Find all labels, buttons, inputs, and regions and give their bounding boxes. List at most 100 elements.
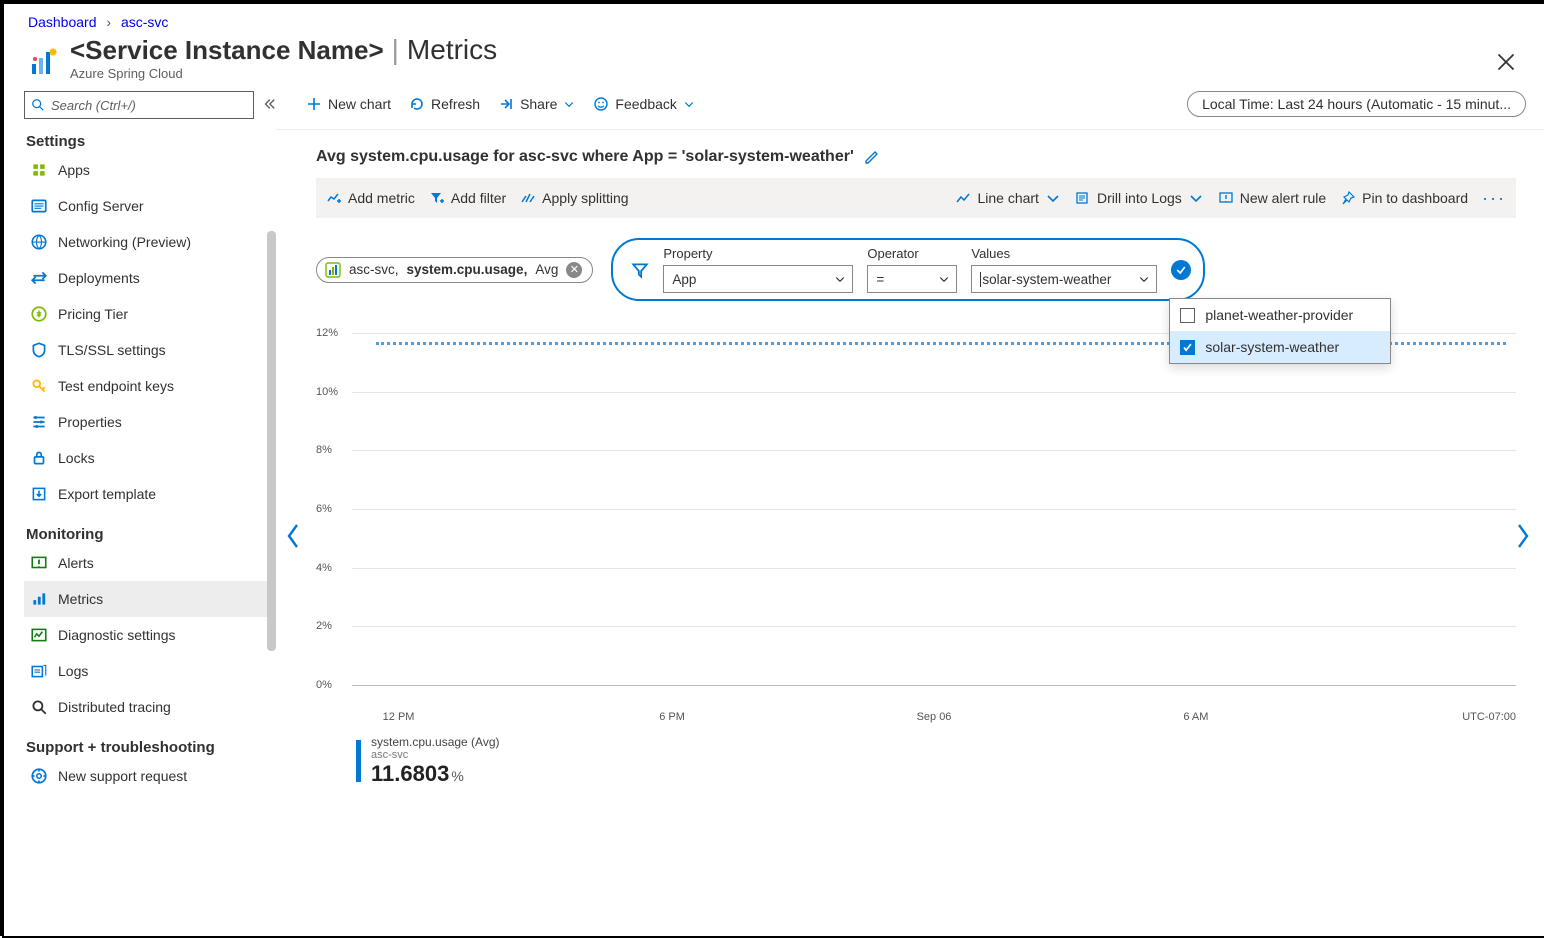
sidebar-item-networking-preview-[interactable]: Networking (Preview)	[24, 224, 276, 260]
sidebar-item-test-endpoint-keys[interactable]: Test endpoint keys	[24, 368, 276, 404]
add-filter-button[interactable]: Add filter	[429, 190, 506, 206]
sidebar-item-deployments[interactable]: Deployments	[24, 260, 276, 296]
sidebar-item-label: New support request	[58, 768, 187, 784]
share-icon	[498, 96, 514, 112]
metric-chip[interactable]: asc-svc, system.cpu.usage, Avg ✕	[316, 257, 593, 283]
pin-label: Pin to dashboard	[1362, 190, 1468, 206]
y-tick-label: 8%	[316, 444, 332, 456]
new-chart-button[interactable]: New chart	[306, 96, 391, 112]
sidebar-item-apps[interactable]: Apps	[24, 152, 276, 188]
breadcrumb-root[interactable]: Dashboard	[28, 14, 97, 30]
search-input[interactable]: Search (Ctrl+/)	[24, 91, 254, 119]
x-tick-label: 6 AM	[1183, 711, 1208, 723]
drill-logs-button[interactable]: Drill into Logs	[1075, 190, 1204, 206]
sidebar-item-logs[interactable]: Logs	[24, 653, 276, 689]
timezone-label: UTC-07:00	[1462, 711, 1516, 723]
values-option[interactable]: solar-system-weather	[1170, 331, 1390, 363]
line-chart-button[interactable]: Line chart	[955, 190, 1060, 206]
sidebar-item-config-server[interactable]: Config Server	[24, 188, 276, 224]
resource-icon	[325, 262, 341, 278]
apps-icon	[30, 161, 48, 179]
apply-splitting-button[interactable]: Apply splitting	[520, 190, 628, 206]
sidebar-item-diagnostic-settings[interactable]: Diagnostic settings	[24, 617, 276, 653]
add-metric-label: Add metric	[348, 190, 415, 206]
operator-select[interactable]: =	[867, 265, 957, 293]
checkbox[interactable]	[1180, 308, 1195, 323]
values-label: Values	[971, 246, 1157, 261]
new-alert-button[interactable]: New alert rule	[1218, 190, 1326, 206]
sidebar-collapse[interactable]	[262, 97, 276, 114]
sidebar-item-metrics[interactable]: Metrics	[24, 581, 276, 617]
filter-confirm[interactable]	[1171, 260, 1191, 280]
sidebar-item-distributed-tracing[interactable]: Distributed tracing	[24, 689, 276, 725]
edit-icon[interactable]	[864, 149, 880, 165]
property-select[interactable]: App	[663, 265, 853, 293]
add-metric-button[interactable]: Add metric	[326, 190, 415, 206]
sidebar-item-label: Pricing Tier	[58, 306, 128, 322]
metrics-toolbar: New chart Refresh Share Feedback Local T…	[276, 81, 1544, 130]
chart-toolbar: Add metric Add filter Apply splitting Li…	[316, 178, 1516, 218]
chart-plot: 12%10%8%6%4%2%0%12 PM6 PMSep 066 AMUTC-0…	[316, 325, 1516, 705]
sidebar-section-head: Support + troubleshooting	[26, 739, 276, 756]
sidebar-item-new-support-request[interactable]: New support request	[24, 758, 276, 794]
operator-label: Operator	[867, 246, 957, 261]
chip-agg: Avg	[535, 262, 558, 277]
pin-button[interactable]: Pin to dashboard	[1340, 190, 1468, 206]
feedback-button[interactable]: Feedback	[593, 96, 694, 112]
pricing-icon	[30, 305, 48, 323]
sidebar-item-export-template[interactable]: Export template	[24, 476, 276, 512]
sidebar-item-label: Diagnostic settings	[58, 627, 176, 643]
trace-icon	[30, 698, 48, 716]
props-icon	[30, 413, 48, 431]
operator-value: =	[876, 272, 884, 287]
refresh-label: Refresh	[431, 96, 480, 112]
checkbox[interactable]	[1180, 340, 1195, 355]
sidebar-item-alerts[interactable]: Alerts	[24, 545, 276, 581]
chip-remove[interactable]: ✕	[566, 262, 582, 278]
check-icon	[1175, 264, 1187, 276]
chevron-down-icon	[1045, 190, 1061, 206]
sidebar-item-pricing-tier[interactable]: Pricing Tier	[24, 296, 276, 332]
sidebar-item-label: Locks	[58, 450, 95, 466]
values-value: solar-system-weather	[980, 272, 1111, 287]
sidebar-section-head: Settings	[26, 133, 276, 150]
instance-name: <Service Instance Name>	[70, 35, 384, 66]
values-dropdown: planet-weather-provider solar-system-weat…	[1169, 298, 1391, 364]
legend-resource: asc-svc	[371, 749, 500, 761]
chip-metric: system.cpu.usage,	[407, 262, 528, 277]
chart-nav-right[interactable]	[1514, 523, 1532, 549]
legend-metric: system.cpu.usage (Avg)	[371, 735, 500, 749]
time-range-picker[interactable]: Local Time: Last 24 hours (Automatic - 1…	[1187, 91, 1526, 117]
chevron-left-icon	[284, 523, 302, 549]
gridline	[352, 509, 1516, 510]
page-name: Metrics	[407, 34, 497, 66]
values-select[interactable]: solar-system-weather	[971, 265, 1157, 293]
gridline	[352, 392, 1516, 393]
more-button[interactable]: ···	[1482, 188, 1506, 209]
breadcrumb: Dashboard › asc-svc	[4, 4, 1544, 34]
sidebar-item-properties[interactable]: Properties	[24, 404, 276, 440]
alert-icon	[30, 554, 48, 572]
chevron-down-icon	[834, 273, 846, 285]
lock-icon	[30, 449, 48, 467]
close-icon[interactable]	[1496, 52, 1516, 72]
sidebar-item-label: Config Server	[58, 198, 144, 214]
values-option[interactable]: planet-weather-provider	[1170, 299, 1390, 331]
sidebar-scrollbar[interactable]	[267, 231, 276, 651]
refresh-button[interactable]: Refresh	[409, 96, 480, 112]
sidebar-item-locks[interactable]: Locks	[24, 440, 276, 476]
share-button[interactable]: Share	[498, 96, 575, 112]
x-tick-label: 12 PM	[383, 711, 415, 723]
drill-logs-label: Drill into Logs	[1097, 190, 1182, 206]
breadcrumb-current[interactable]: asc-svc	[121, 14, 168, 30]
filter-row: asc-svc, system.cpu.usage, Avg ✕ Propert…	[316, 238, 1516, 301]
chart-nav-left[interactable]	[284, 523, 302, 549]
legend-unit: %	[451, 768, 463, 784]
values-option-label: solar-system-weather	[1205, 339, 1339, 355]
sidebar-item-label: Properties	[58, 414, 122, 430]
breadcrumb-separator: ›	[106, 14, 111, 30]
split-icon	[520, 190, 536, 206]
sidebar-item-label: Deployments	[58, 270, 140, 286]
sidebar-item-label: TLS/SSL settings	[58, 342, 166, 358]
sidebar-item-tls-ssl-settings[interactable]: TLS/SSL settings	[24, 332, 276, 368]
